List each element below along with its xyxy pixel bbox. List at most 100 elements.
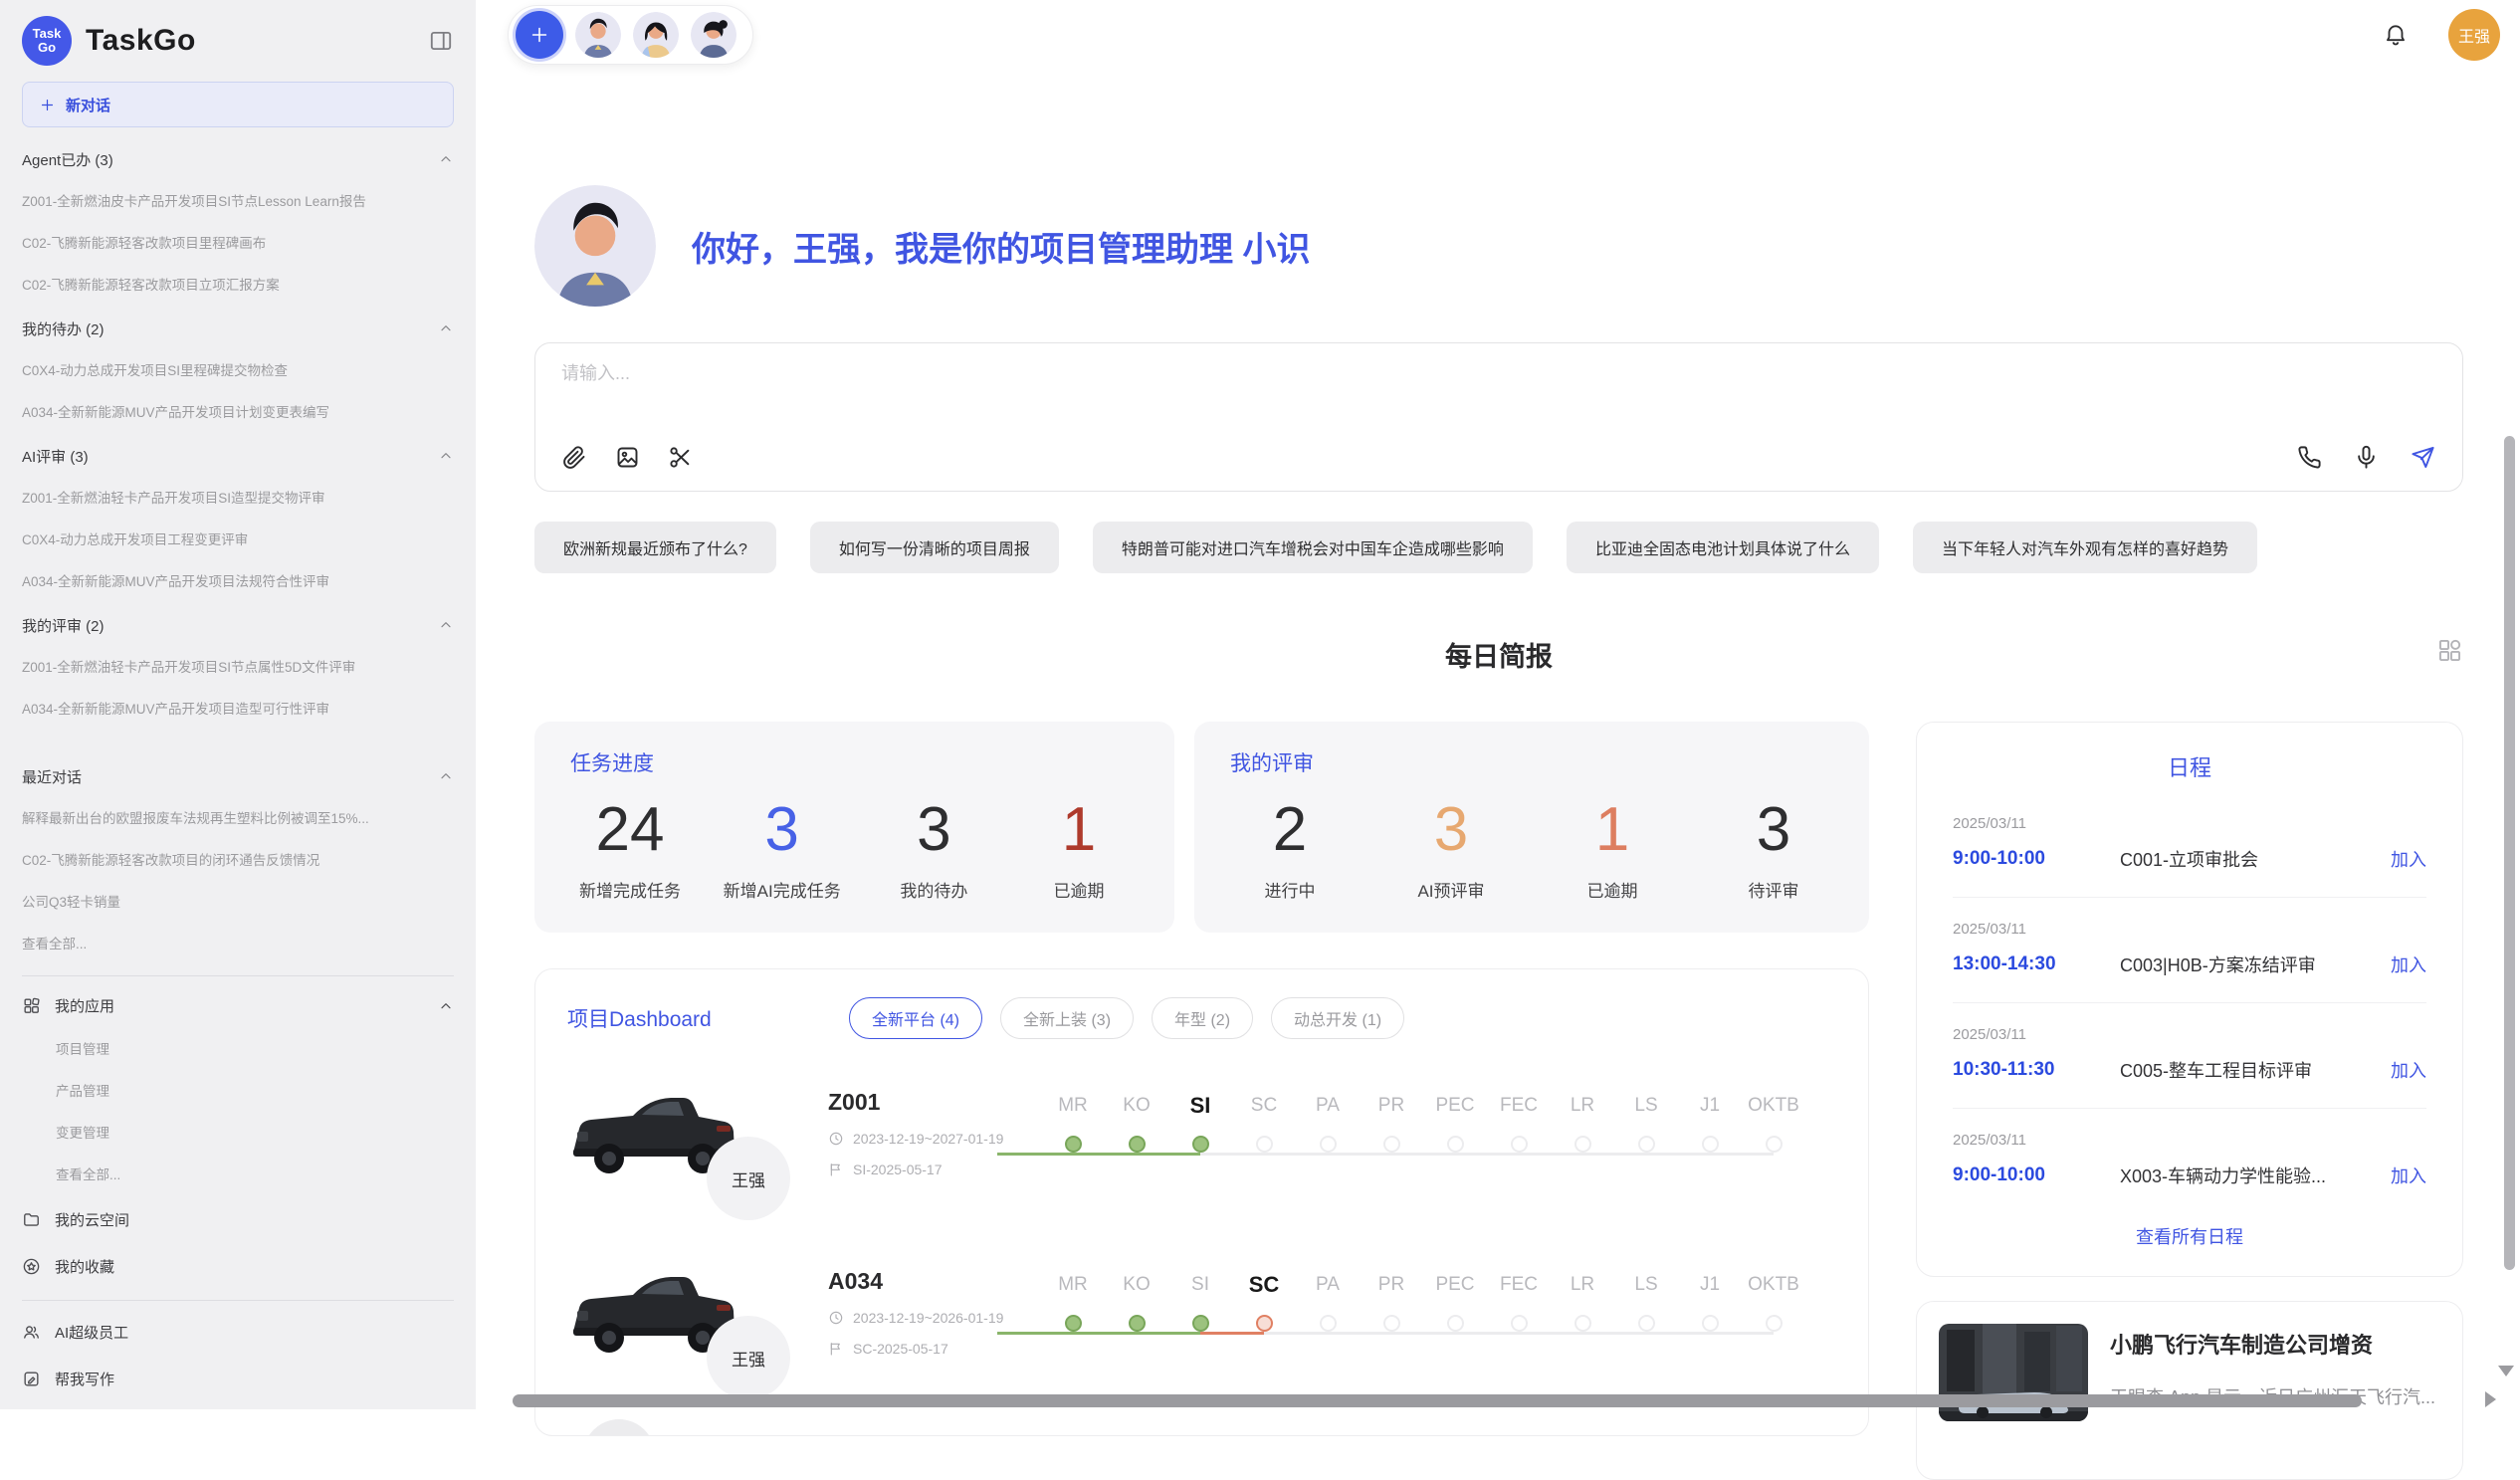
recent-conversation-item[interactable]: 公司Q3轻卡销量 — [22, 882, 454, 924]
milestone: KO — [1105, 1091, 1168, 1175]
milestone-label: PA — [1296, 1091, 1360, 1127]
sidebar-item-my-apps[interactable]: 我的应用 — [22, 982, 454, 1029]
join-meeting-link[interactable]: 加入 — [2391, 951, 2426, 977]
phone-icon — [2296, 444, 2323, 471]
schedule-date: 2025/03/11 — [1953, 1132, 2426, 1149]
app-sub-item[interactable]: 项目管理 — [22, 1029, 454, 1071]
insert-image-icon[interactable] — [614, 444, 641, 471]
folder-icon — [22, 1210, 41, 1229]
suggestion-chip[interactable]: 如何写一份清晰的项目周报 — [810, 522, 1059, 573]
agent-avatar-3[interactable] — [691, 12, 736, 58]
suggestion-chips: 欧洲新规最近颁布了什么? 如何写一份清晰的项目周报特朗普可能对进口汽车增税会对中国… — [534, 522, 2463, 573]
schedule-event-title: C005-整车工程目标评审 — [2120, 1057, 2391, 1083]
sidebar-tool-write[interactable]: 帮我写作 — [22, 1356, 454, 1402]
project-code: A034 — [828, 1268, 1041, 1295]
scroll-down-arrow[interactable] — [2498, 1366, 2514, 1376]
schedule-title: 日程 — [1953, 750, 2426, 782]
view-all-schedule-link[interactable]: 查看所有日程 — [1953, 1223, 2426, 1249]
sidebar-section-header[interactable]: 我的待办 (2) — [22, 307, 454, 350]
schedule-item: 2025/03/11 9:00-10:00 X003-车辆动力学性能验... 加… — [1953, 1109, 2426, 1213]
sidebar-item-label: 我的云空间 — [55, 1209, 129, 1230]
composer-toolbar — [561, 444, 2436, 471]
dashboard-tabs: 全新平台 (4) 全新上装 (3) 年型 (2) 动总开发 (1) — [849, 997, 1404, 1039]
sidebar-item-star[interactable]: 我的收藏 — [22, 1243, 454, 1290]
sidebar-collapse-button[interactable] — [428, 28, 454, 54]
apps-grid-icon — [22, 996, 41, 1015]
recent-conversation-item[interactable]: 查看全部... — [22, 924, 454, 965]
chevup-icon — [438, 448, 454, 464]
user-avatar[interactable]: 王强 — [2448, 9, 2500, 61]
sidebar-item[interactable]: A034-全新新能源MUV产品开发项目法规符合性评审 — [22, 561, 454, 603]
join-meeting-link[interactable]: 加入 — [2391, 1057, 2426, 1083]
schedule-card: 日程 2025/03/11 9:00-10:00 C001-立项审批会 加入 2… — [1916, 722, 2463, 1277]
dashboard-tab[interactable]: 动总开发 (1) — [1271, 997, 1404, 1039]
attach-file-icon[interactable] — [561, 444, 588, 471]
screenshot-icon[interactable] — [667, 444, 694, 471]
plus-icon — [528, 24, 550, 46]
app-sub-item[interactable]: 产品管理 — [22, 1071, 454, 1113]
sidebar-item[interactable]: Z001-全新燃油皮卡产品开发项目SI节点Lesson Learn报告 — [22, 181, 454, 223]
agent-avatar-1[interactable] — [575, 12, 621, 58]
suggestion-chip[interactable]: 比亚迪全固态电池计划具体说了什么 — [1567, 522, 1879, 573]
sidebar-sections: Agent已办 (3) Z001-全新燃油皮卡产品开发项目SI节点Lesson … — [22, 137, 454, 731]
news-card[interactable]: 小鹏飞行汽车制造公司增资 天眼查 App 显示，近日广州汇天飞行汽... — [1916, 1301, 2463, 1480]
send-icon — [2410, 444, 2436, 471]
agent-avatar-2[interactable] — [633, 12, 679, 58]
suggestion-chip[interactable]: 特朗普可能对进口汽车增税会对中国车企造成哪些影响 — [1093, 522, 1533, 573]
voice-call-icon[interactable] — [2296, 444, 2323, 471]
join-meeting-link[interactable]: 加入 — [2391, 1163, 2426, 1188]
sidebar: Task Go TaskGo 新对话 Agent已办 (3) Z001-全新燃油… — [0, 0, 476, 1409]
sidebar-tool-users[interactable]: AI超级员工 — [22, 1309, 454, 1356]
milestone-dot — [1638, 1136, 1655, 1153]
recent-conversation-item[interactable]: C02-飞腾新能源轻客改款项目的闭环通告反馈情况 — [22, 840, 454, 882]
sidebar-item[interactable]: A034-全新新能源MUV产品开发项目计划变更表编写 — [22, 392, 454, 434]
new-chat-button[interactable]: 新对话 — [22, 82, 454, 127]
stat-cards: 任务进度 24 新增完成任务 3 新增AI完成任务 3 我的待办 1 已逾期 我… — [534, 722, 1869, 933]
project-row[interactable]: 王强 A034 2023-12-19~2026-01-19 SC-2025-05… — [567, 1258, 1836, 1366]
chat-input[interactable] — [561, 363, 1874, 384]
sidebar-item[interactable]: C0X4-动力总成开发项目工程变更评审 — [22, 520, 454, 561]
new-chat-label: 新对话 — [66, 95, 110, 115]
suggestion-chip[interactable]: 当下年轻人对汽车外观有怎样的喜好趋势 — [1913, 522, 2257, 573]
microphone-icon[interactable] — [2353, 444, 2380, 471]
sidebar-item[interactable]: Z001-全新燃油轻卡产品开发项目SI节点属性5D文件评审 — [22, 647, 454, 689]
recent-section-header[interactable]: 最近对话 — [22, 754, 454, 798]
app-sub-item[interactable]: 变更管理 — [22, 1113, 454, 1155]
sidebar-item[interactable]: Z001-全新燃油轻卡产品开发项目SI造型提交物评审 — [22, 478, 454, 520]
sidebar-section-title: 我的评审 (2) — [22, 615, 105, 636]
sidebar-item[interactable]: C02-飞腾新能源轻客改款项目里程碑画布 — [22, 223, 454, 265]
join-meeting-link[interactable]: 加入 — [2391, 846, 2426, 872]
sidebar-section-header[interactable]: 我的评审 (2) — [22, 603, 454, 647]
dashboard-tab[interactable]: 年型 (2) — [1152, 997, 1253, 1039]
recent-conversation-item[interactable]: 解释最新出台的欧盟报废车法规再生塑料比例被调至15%... — [22, 798, 454, 840]
sidebar-item-folder[interactable]: 我的云空间 — [22, 1196, 454, 1243]
sidebar-item[interactable]: A034-全新新能源MUV产品开发项目造型可行性评审 — [22, 689, 454, 731]
app-sub-item[interactable]: 查看全部... — [22, 1155, 454, 1196]
vertical-scrollbar-thumb[interactable] — [2504, 436, 2515, 1270]
schedule-date: 2025/03/11 — [1953, 815, 2426, 832]
send-icon[interactable] — [2410, 444, 2436, 471]
sidebar-item[interactable]: C02-飞腾新能源轻客改款项目立项汇报方案 — [22, 265, 454, 307]
next-project-peek — [583, 1419, 655, 1436]
sidebar-section-header[interactable]: Agent已办 (3) — [22, 137, 454, 181]
sidebar-tool-feather[interactable]: 创意制图 — [22, 1402, 454, 1409]
milestone-dot — [1766, 1315, 1783, 1332]
layout-grid-icon[interactable] — [2436, 637, 2463, 664]
scroll-right-arrow[interactable] — [2485, 1391, 2496, 1407]
sidebar-section-header[interactable]: AI评审 (3) — [22, 434, 454, 478]
sidebar-item[interactable]: C0X4-动力总成开发项目SI里程碑提交物检查 — [22, 350, 454, 392]
project-row[interactable]: 王强 Z001 2023-12-19~2027-01-19 SI-2025-05… — [567, 1079, 1836, 1186]
add-agent-button[interactable] — [516, 11, 563, 59]
dashboard-tab[interactable]: 全新上装 (3) — [1000, 997, 1134, 1039]
milestone-label: FEC — [1487, 1091, 1551, 1127]
schedule-item: 2025/03/11 13:00-14:30 C003|H0B-方案冻结评审 加… — [1953, 898, 2426, 1003]
horizontal-scrollbar-thumb[interactable] — [513, 1394, 2362, 1407]
notifications-bell-icon[interactable] — [2383, 22, 2409, 48]
greeting-text: 你好，王强，我是你的项目管理助理 小识 — [692, 222, 1310, 271]
dashboard-tab[interactable]: 全新平台 (4) — [849, 997, 982, 1039]
briefing-title: 每日简报 — [1445, 642, 1553, 672]
greeting-row: 你好，王强，我是你的项目管理助理 小识 — [534, 185, 2463, 307]
milestone-dot — [1447, 1136, 1464, 1153]
milestone-label: SI — [1168, 1270, 1232, 1306]
suggestion-chip[interactable]: 欧洲新规最近颁布了什么? — [534, 522, 776, 573]
